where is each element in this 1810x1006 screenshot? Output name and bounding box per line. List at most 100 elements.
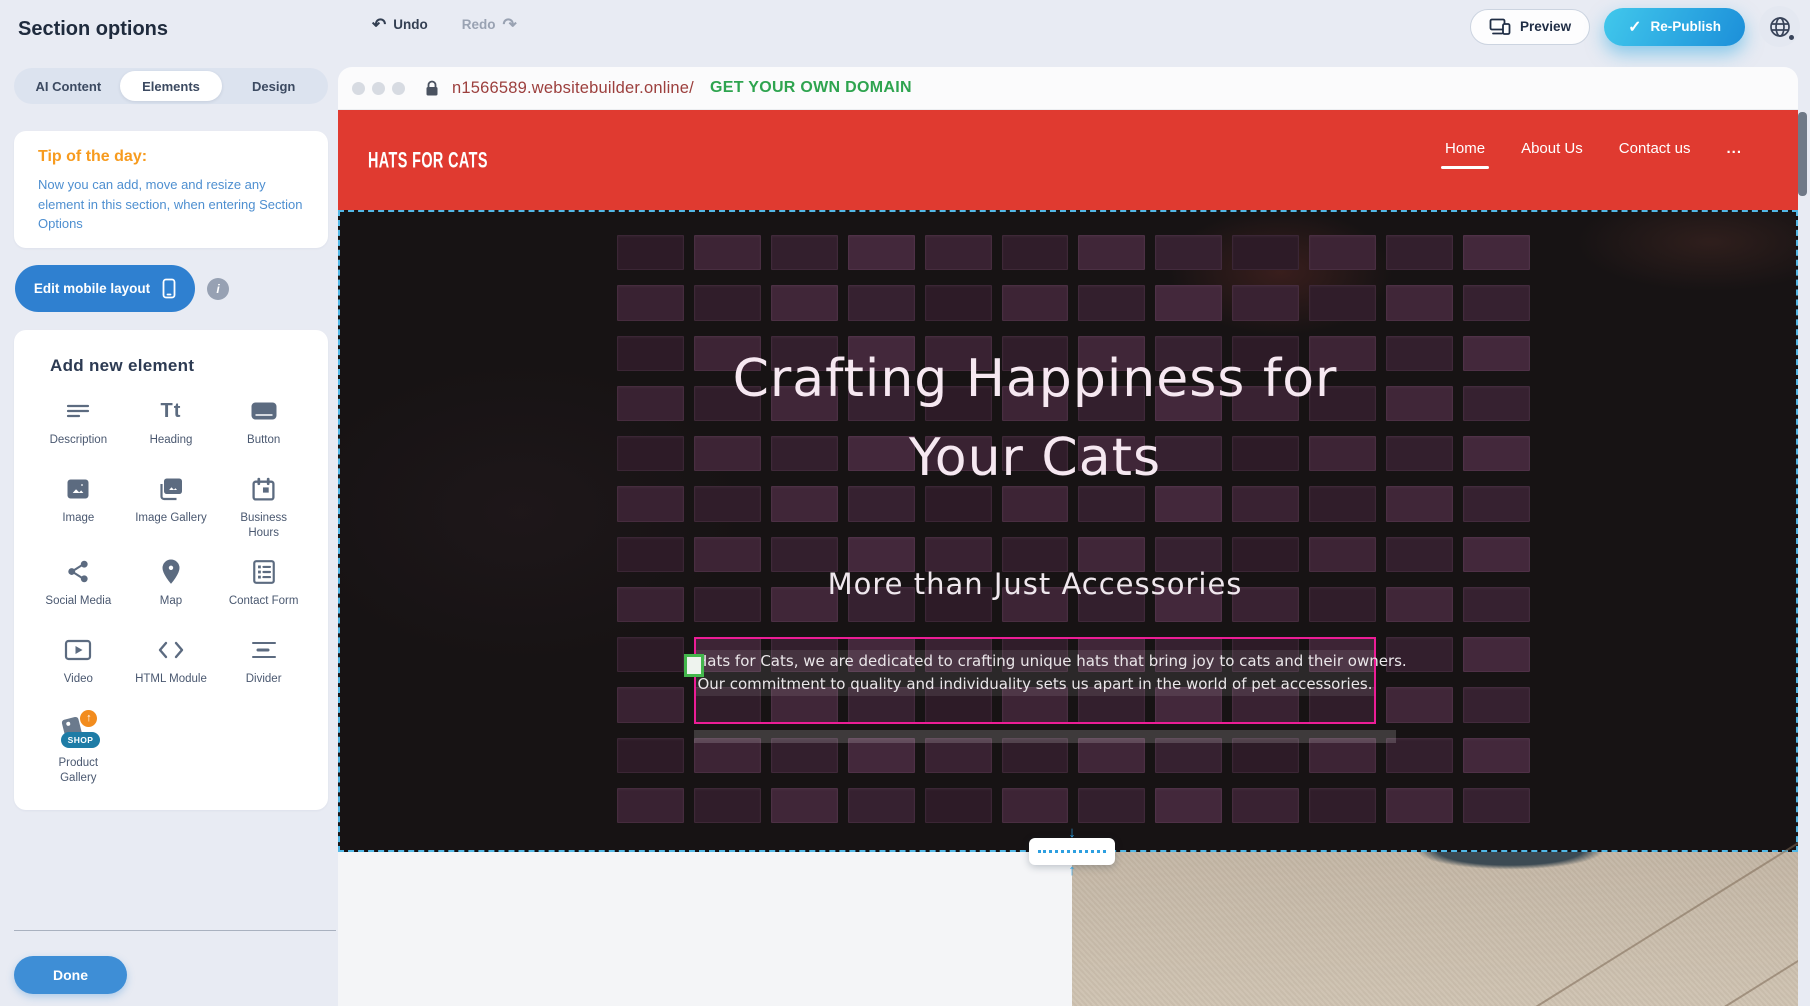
edit-mobile-layout-button[interactable]: Edit mobile layout: [15, 265, 195, 312]
element-drop-shadow: [694, 730, 1396, 743]
element-label: Divider: [246, 672, 282, 687]
get-your-own-domain-link[interactable]: GET YOUR OWN DOMAIN: [710, 79, 912, 97]
section-resize-handle[interactable]: ↓ ↑: [1029, 838, 1115, 865]
add-element-divider[interactable]: Divider: [217, 635, 310, 697]
add-element-map[interactable]: Map: [125, 557, 218, 619]
element-label: Product Gallery: [41, 756, 115, 786]
selected-text-element[interactable]: Hats for Cats, we are dedicated to craft…: [694, 637, 1376, 724]
shop-badge: SHOP: [61, 732, 101, 748]
element-label: Image: [62, 511, 94, 526]
video-icon: [64, 635, 92, 665]
add-element-product-gallery[interactable]: ↑ SHOP Product Gallery: [32, 713, 125, 786]
element-label: Description: [50, 433, 108, 448]
page-scrollbar[interactable]: [1798, 112, 1807, 196]
nav-about-us[interactable]: About Us: [1521, 140, 1583, 169]
tip-of-the-day-card: Tip of the day: Now you can add, move an…: [14, 131, 328, 248]
add-element-description[interactable]: Description: [32, 396, 125, 458]
divider-icon: [251, 635, 277, 665]
add-element-button[interactable]: Button: [217, 396, 310, 458]
devices-icon: [1489, 18, 1511, 35]
arrow-down-icon: ↓: [1068, 825, 1076, 840]
tab-elements[interactable]: Elements: [120, 71, 223, 101]
add-new-element-panel: Add new element Description Tt Heading: [14, 330, 328, 810]
image-gallery-icon: [157, 474, 184, 504]
add-element-heading[interactable]: Tt Heading: [125, 396, 218, 458]
add-element-image-gallery[interactable]: Image Gallery: [125, 474, 218, 541]
tile-grout-line: [1688, 912, 1798, 1006]
button-icon: [250, 396, 278, 426]
globe-dot: [1789, 35, 1794, 40]
element-label: Social Media: [45, 594, 111, 609]
map-pin-icon: [161, 557, 181, 587]
selected-hero-section[interactable]: Crafting Happiness for Your Cats More th…: [338, 210, 1798, 852]
browser-chrome-bar: n1566589.websitebuilder.online/ GET YOUR…: [338, 67, 1798, 110]
product-gallery-icon: ↑ SHOP: [56, 714, 100, 748]
selection-drag-handle[interactable]: [684, 654, 704, 677]
undo-button[interactable]: ↶ Undo: [372, 16, 428, 33]
social-media-icon: [66, 557, 91, 587]
element-label: Contact Form: [229, 594, 299, 609]
topbar-actions: Preview ✓ Re-Publish: [1470, 6, 1800, 47]
add-element-image[interactable]: Image: [32, 474, 125, 541]
check-icon: ✓: [1628, 17, 1641, 37]
tab-design[interactable]: Design: [222, 71, 325, 101]
undo-redo-group: ↶ Undo Redo ↷: [372, 16, 517, 33]
info-icon[interactable]: i: [207, 278, 229, 300]
republish-button[interactable]: ✓ Re-Publish: [1604, 8, 1745, 46]
description-icon: [65, 396, 91, 426]
preview-button[interactable]: Preview: [1470, 9, 1590, 45]
edit-mobile-layout-label: Edit mobile layout: [34, 281, 150, 296]
element-label: Image Gallery: [135, 511, 207, 526]
section-options-tabs: AI Content Elements Design: [14, 68, 328, 104]
element-label: HTML Module: [135, 672, 207, 687]
tab-ai-content[interactable]: AI Content: [17, 71, 120, 101]
app-root: Section options ↶ Undo Redo ↷ Preview ✓ …: [0, 0, 1810, 1006]
element-label: Heading: [150, 433, 193, 448]
site-logo[interactable]: HATS FOR CATS: [368, 147, 488, 173]
add-element-business-hours[interactable]: Business Hours: [217, 474, 310, 541]
language-globe-button[interactable]: [1759, 6, 1800, 47]
globe-icon: [1768, 15, 1792, 39]
phone-icon: [162, 278, 176, 299]
site-header: HATS FOR CATS Home About Us Contact us .…: [338, 110, 1798, 210]
preview-label: Preview: [1520, 19, 1571, 34]
site-url[interactable]: n1566589.websitebuilder.online/: [452, 79, 694, 98]
sidebar-divider: [14, 930, 336, 931]
add-new-element-title: Add new element: [50, 356, 318, 376]
hero-body-line-2: Our commitment to quality and individual…: [696, 673, 1374, 696]
contact-form-icon: [252, 557, 276, 587]
undo-label: Undo: [393, 17, 428, 32]
hero-body-text: Hats for Cats, we are dedicated to craft…: [696, 650, 1374, 696]
nav-contact-us[interactable]: Contact us: [1619, 140, 1691, 169]
add-element-html-module[interactable]: HTML Module: [125, 635, 218, 697]
undo-icon: ↶: [372, 16, 386, 33]
site-preview-viewport: HATS FOR CATS Home About Us Contact us .…: [338, 110, 1798, 1006]
hero-subheading[interactable]: More than Just Accessories: [828, 567, 1243, 601]
nav-more-icon[interactable]: ...: [1726, 140, 1742, 169]
resize-dotted-line: [1038, 850, 1106, 853]
done-button[interactable]: Done: [14, 956, 127, 994]
element-label: Video: [64, 672, 93, 687]
element-label: Button: [247, 433, 280, 448]
redo-button[interactable]: Redo ↷: [462, 16, 517, 33]
hero-body-line-1: Hats for Cats, we are dedicated to craft…: [696, 650, 1374, 673]
tip-body: Now you can add, move and resize any ele…: [38, 175, 304, 234]
code-brackets-icon: [156, 635, 186, 665]
page-title: Section options: [18, 18, 168, 41]
add-element-video[interactable]: Video: [32, 635, 125, 697]
redo-label: Redo: [462, 17, 496, 32]
tile-grout-line: [1527, 837, 1798, 1006]
tip-title: Tip of the day:: [38, 148, 304, 166]
add-element-contact-form[interactable]: Contact Form: [217, 557, 310, 619]
element-label: Business Hours: [227, 511, 301, 541]
image-icon: [65, 474, 91, 504]
add-element-social-media[interactable]: Social Media: [32, 557, 125, 619]
arrow-up-icon: ↑: [1068, 863, 1076, 878]
element-label: Map: [160, 594, 182, 609]
hero-heading[interactable]: Crafting Happiness for Your Cats: [705, 340, 1365, 498]
floor-photo: [1072, 852, 1798, 1006]
business-hours-icon: [251, 474, 276, 504]
window-dots: [352, 82, 405, 95]
site-nav: Home About Us Contact us ...: [1445, 140, 1742, 169]
nav-home[interactable]: Home: [1445, 140, 1485, 169]
